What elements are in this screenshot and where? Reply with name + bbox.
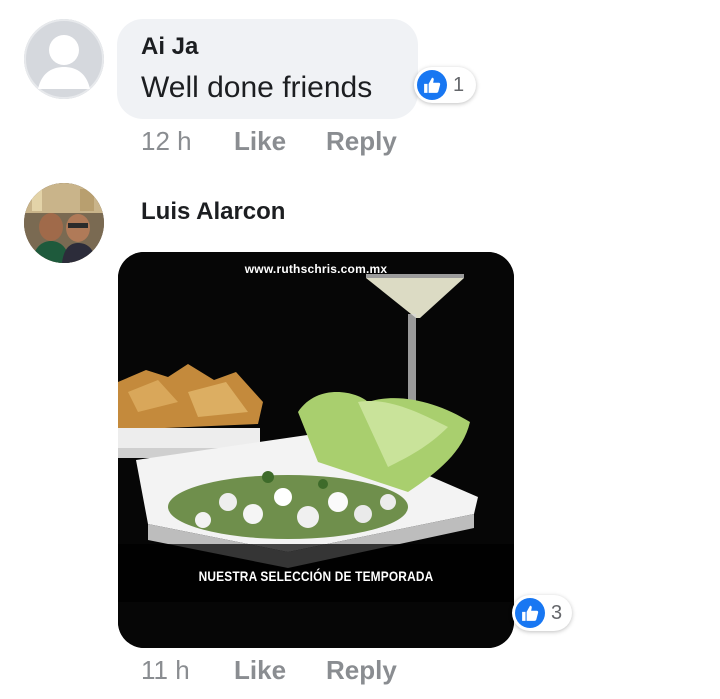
thumbs-up-icon: [417, 70, 447, 100]
comment-text: Well done friends: [141, 71, 373, 104]
image-watermark: www.ruthschris.com.mx: [244, 262, 388, 276]
reaction-count: 3: [551, 601, 563, 624]
default-avatar-icon[interactable]: [24, 19, 104, 99]
image-caption: NUESTRA SELECCIÓN DE TEMPORADA: [198, 568, 434, 584]
comment-author[interactable]: Luis Alarcon: [141, 198, 285, 226]
comment-bubble: Ai Ja Well done friends: [117, 19, 418, 119]
reaction-summary[interactable]: 3: [512, 595, 572, 631]
reaction-summary[interactable]: 1: [414, 67, 476, 103]
comment-timestamp[interactable]: 12 h: [141, 126, 192, 157]
comment-image[interactable]: www.ruthschris.com.mx NUESTRA SELECCIÓN …: [118, 252, 514, 648]
reply-button[interactable]: Reply: [326, 655, 397, 686]
comment-author[interactable]: Ai Ja: [141, 33, 198, 61]
thumbs-up-icon: [515, 598, 545, 628]
reply-button[interactable]: Reply: [326, 126, 397, 157]
avatar[interactable]: [24, 183, 104, 263]
comment-timestamp[interactable]: 11 h: [141, 655, 190, 686]
reaction-count: 1: [453, 73, 465, 96]
like-button[interactable]: Like: [234, 655, 286, 686]
like-button[interactable]: Like: [234, 126, 286, 157]
